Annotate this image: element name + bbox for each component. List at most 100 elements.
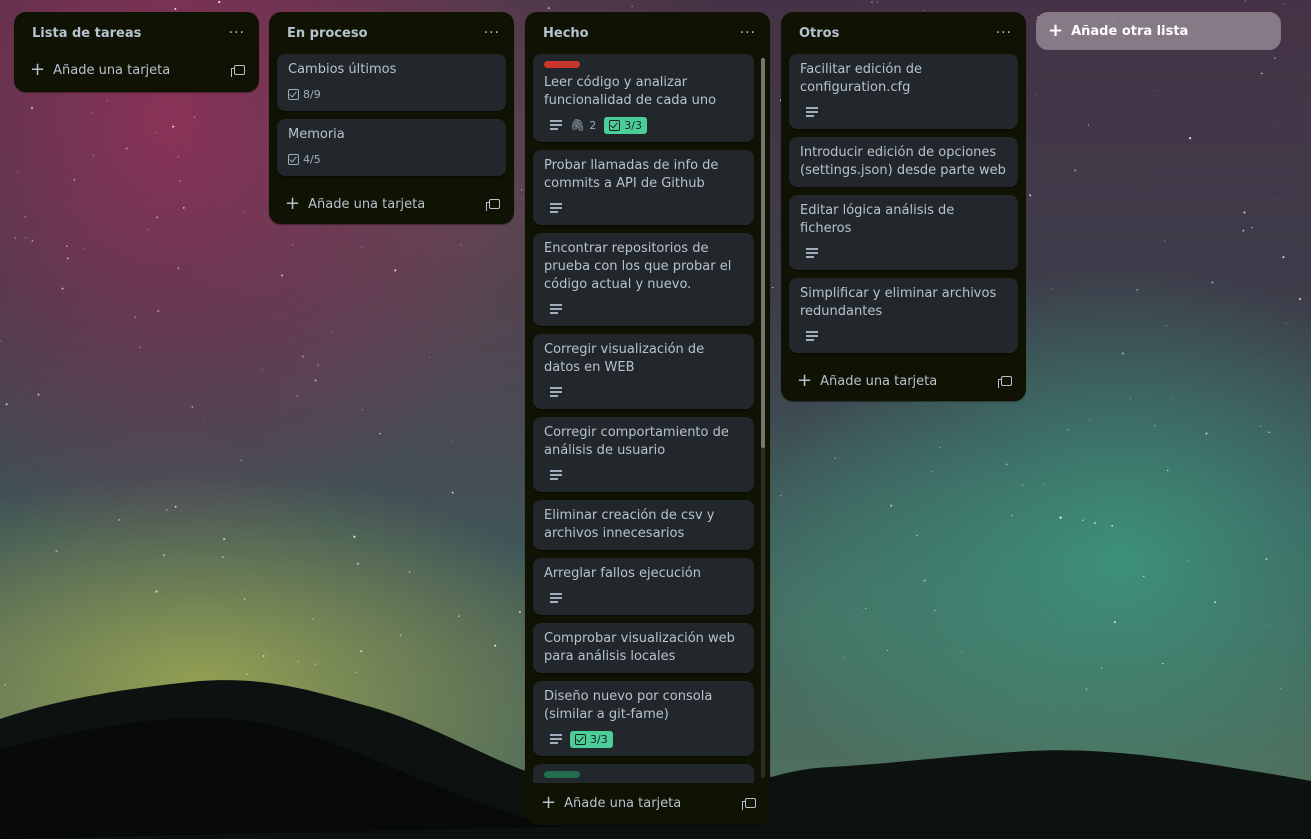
list-hecho: Hecho ··· Leer código y analizar funcion… xyxy=(525,12,770,825)
card[interactable]: Probar llamadas de info de commits a API… xyxy=(533,150,754,225)
plus-icon: + xyxy=(797,370,813,391)
card-title: Diseño nuevo por consola (similar a git-… xyxy=(544,689,713,722)
add-card-button[interactable]: + Añade una tarjeta xyxy=(14,54,259,86)
add-card-content: + Añade una tarjeta xyxy=(797,372,937,390)
paperclip-icon: 🖇 xyxy=(570,118,586,132)
list-title[interactable]: Otros xyxy=(799,26,839,41)
card[interactable]: Arreglar fallos ejecución xyxy=(533,558,754,615)
scrollbar-thumb[interactable] xyxy=(761,58,765,448)
list-menu-icon[interactable]: ··· xyxy=(740,25,756,41)
card-badges xyxy=(544,588,743,608)
card-list: Cambios últimos 8/9 Memoria 4/5 xyxy=(269,54,514,176)
description-icon xyxy=(806,107,818,117)
card-title: Eliminar creación de csv y archivos inne… xyxy=(544,508,715,541)
card[interactable]: Introducir edición de opciones (settings… xyxy=(789,137,1018,187)
add-list-button[interactable]: + Añade otra lista xyxy=(1036,12,1281,50)
list-en-proceso: En proceso ··· Cambios últimos 8/9 Memor… xyxy=(269,12,514,224)
card[interactable]: Corregir visualización de datos en WEB xyxy=(533,334,754,409)
template-icon[interactable] xyxy=(742,798,756,810)
add-card-button[interactable]: + Añade una tarjeta xyxy=(781,361,1026,401)
checklist-count: 4/5 xyxy=(303,152,321,166)
description-icon xyxy=(550,593,562,603)
card-label-red[interactable] xyxy=(544,61,580,68)
card-title: Memoria xyxy=(288,127,345,142)
add-card-button[interactable]: + Añade una tarjeta xyxy=(525,783,770,823)
card-badges: 8/9 xyxy=(288,84,495,104)
card-title: Arreglar fallos ejecución xyxy=(544,566,701,581)
card-scroll-area[interactable]: Leer código y analizar funcionalidad de … xyxy=(525,54,770,783)
card-title: Encontrar repositorios de prueba con los… xyxy=(544,241,732,292)
card-title: Simplificar y eliminar archivos redundan… xyxy=(800,286,997,319)
checklist-count: 8/9 xyxy=(303,87,321,101)
plus-icon: + xyxy=(30,59,46,80)
description-icon xyxy=(550,120,562,130)
attachment-count: 2 xyxy=(589,118,597,132)
description-icon xyxy=(550,734,562,744)
description-icon xyxy=(550,470,562,480)
template-icon[interactable] xyxy=(998,376,1012,388)
card-list: Leer código y analizar funcionalidad de … xyxy=(525,54,770,783)
card-title: Editar lógica análisis de ficheros xyxy=(800,203,955,236)
card-badges xyxy=(544,299,743,319)
card-title: Cambios últimos xyxy=(288,62,397,77)
board: Lista de tareas ··· + Añade una tarjeta … xyxy=(0,0,1311,839)
card-badges xyxy=(544,198,743,218)
checklist-icon xyxy=(288,153,299,165)
card-title: Facilitar edición de configuration.cfg xyxy=(800,62,922,95)
checklist-count: 3/3 xyxy=(624,118,642,132)
card-label-green[interactable] xyxy=(544,771,580,778)
checklist-badge: 4/5 xyxy=(288,153,321,166)
plus-icon: + xyxy=(1048,20,1064,41)
add-card-label: Añade una tarjeta xyxy=(820,373,938,389)
add-card-label: Añade una tarjeta xyxy=(564,795,682,811)
list-header: Otros ··· xyxy=(781,12,1026,54)
template-icon[interactable] xyxy=(486,199,500,211)
description-icon xyxy=(550,203,562,213)
card-badges xyxy=(800,326,1007,346)
add-card-label: Añade una tarjeta xyxy=(53,62,171,78)
checklist-icon xyxy=(609,119,621,131)
card[interactable]: Encontrar repositorios de prueba con los… xyxy=(533,233,754,326)
card-title: Probar llamadas de info de commits a API… xyxy=(544,158,719,191)
card[interactable]: Cambios últimos 8/9 xyxy=(277,54,506,111)
card[interactable]: Leer código y analizar funcionalidad de … xyxy=(533,54,754,142)
add-card-button[interactable]: + Añade una tarjeta xyxy=(269,184,514,224)
add-card-content: + Añade una tarjeta xyxy=(541,794,681,812)
card-badges xyxy=(800,102,1007,122)
list-menu-icon[interactable]: ··· xyxy=(484,25,500,41)
description-icon xyxy=(806,331,818,341)
attachment-badge: 🖇 2 xyxy=(570,118,596,132)
card-title: Corregir visualización de datos en WEB xyxy=(544,342,705,375)
checklist-icon xyxy=(575,733,586,745)
scrollbar[interactable] xyxy=(761,58,765,778)
card[interactable]: Simplificar y eliminar archivos redundan… xyxy=(789,278,1018,353)
card[interactable]: Comprobar visualización web para análisi… xyxy=(533,623,754,673)
card-badges: 🖇 2 3/3 xyxy=(544,115,743,135)
add-card-content: + Añade una tarjeta xyxy=(30,61,170,79)
card-badges xyxy=(544,382,743,402)
checklist-count: 3/3 xyxy=(590,732,608,746)
list-lista-de-tareas: Lista de tareas ··· + Añade una tarjeta xyxy=(14,12,259,92)
template-icon[interactable] xyxy=(231,65,245,77)
card[interactable]: Editar lógica análisis de ficheros xyxy=(789,195,1018,270)
card[interactable] xyxy=(533,764,754,783)
list-title[interactable]: En proceso xyxy=(287,26,368,41)
list-title[interactable]: Hecho xyxy=(543,26,589,41)
card[interactable]: Diseño nuevo por consola (similar a git-… xyxy=(533,681,754,756)
card-title: Leer código y analizar funcionalidad de … xyxy=(544,75,717,108)
card[interactable]: Eliminar creación de csv y archivos inne… xyxy=(533,500,754,550)
list-header: Hecho ··· xyxy=(525,12,770,54)
card[interactable]: Facilitar edición de configuration.cfg xyxy=(789,54,1018,129)
list-header: Lista de tareas ··· xyxy=(14,12,259,54)
card-title: Comprobar visualización web para análisi… xyxy=(544,631,735,664)
checklist-badge-complete: 3/3 xyxy=(570,730,613,748)
card-list: Facilitar edición de configuration.cfg I… xyxy=(781,54,1026,353)
list-header: En proceso ··· xyxy=(269,12,514,54)
card[interactable]: Memoria 4/5 xyxy=(277,119,506,176)
description-icon xyxy=(550,304,562,314)
list-menu-icon[interactable]: ··· xyxy=(996,25,1012,41)
list-menu-icon[interactable]: ··· xyxy=(229,25,245,41)
add-list-label: Añade otra lista xyxy=(1071,23,1189,39)
card[interactable]: Corregir comportamiento de análisis de u… xyxy=(533,417,754,492)
list-title[interactable]: Lista de tareas xyxy=(32,26,141,41)
